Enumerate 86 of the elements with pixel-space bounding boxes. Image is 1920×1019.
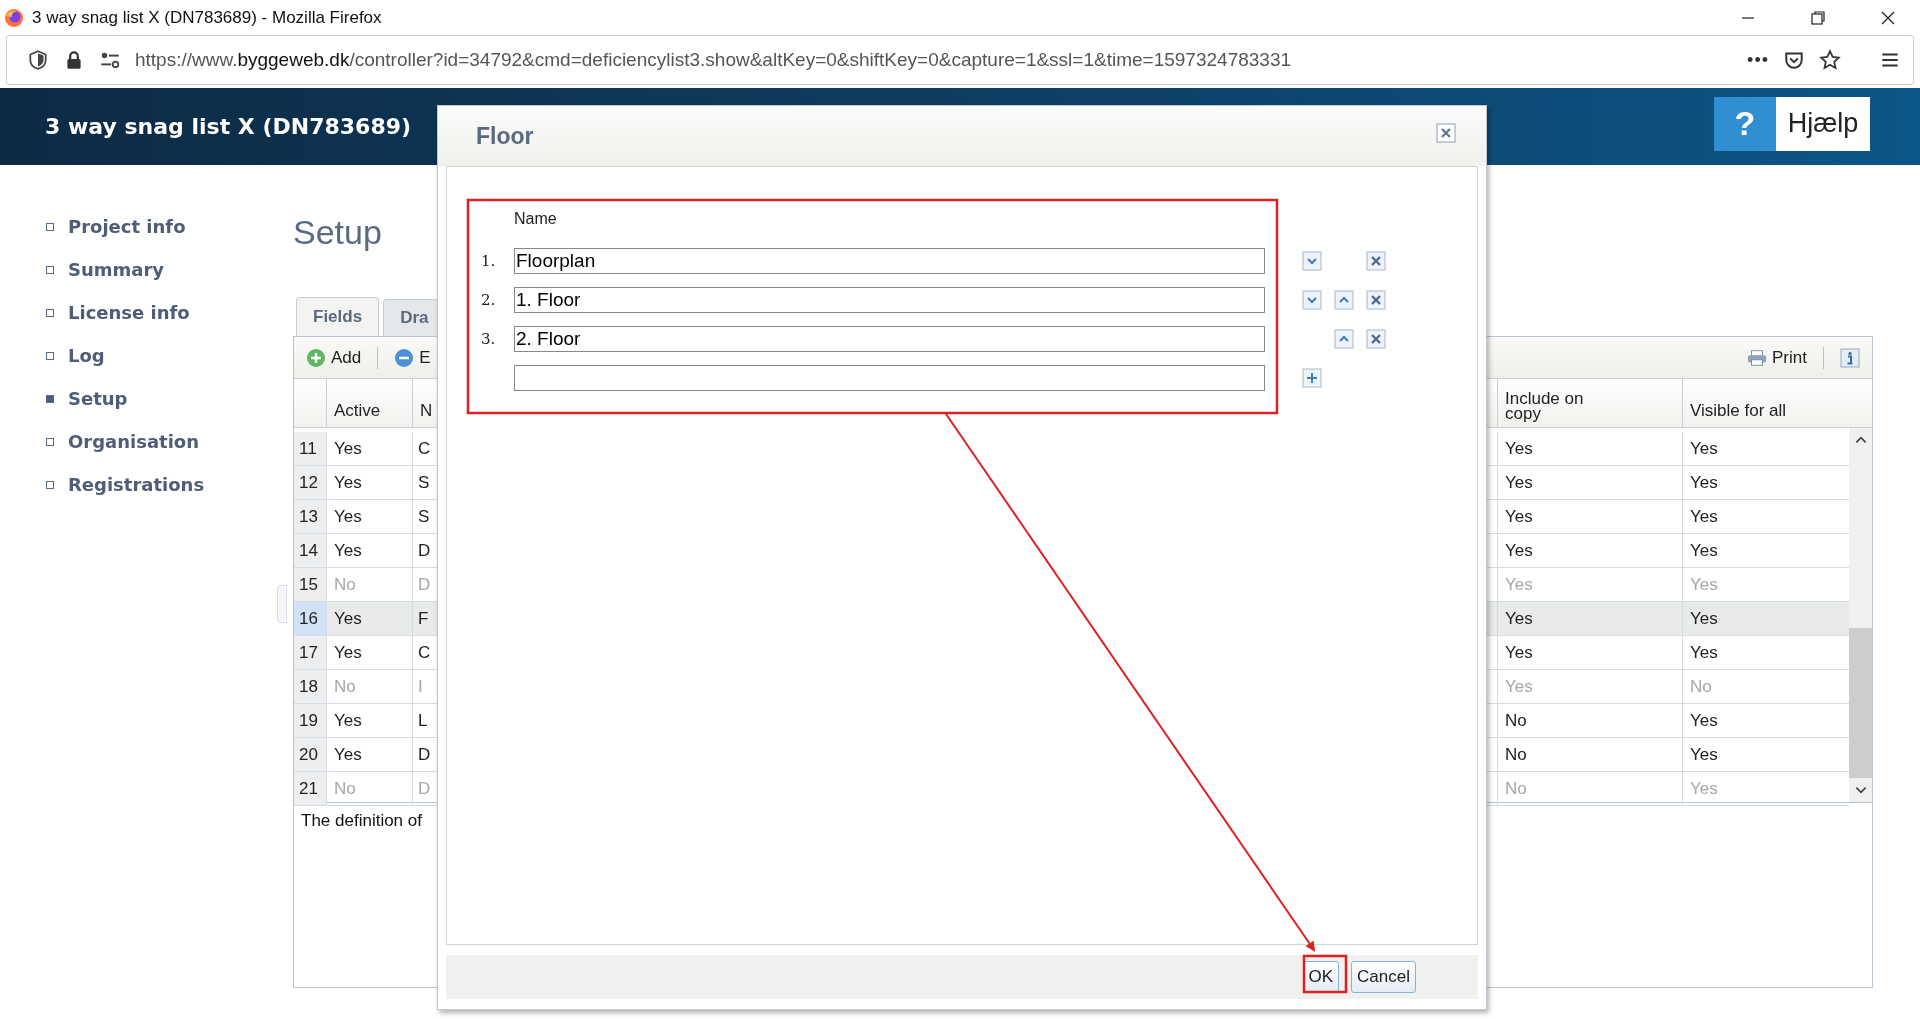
table-cell: Yes (326, 602, 412, 635)
tab[interactable]: Fields (296, 297, 380, 336)
help-button[interactable]: Hjælp (1776, 96, 1870, 151)
minus-icon (394, 347, 415, 368)
address-field[interactable]: https://www.byggeweb.dk/controller?id=34792&cmd=deficiencylist3.show&altKey=0&shiftKey=0&capture=1&ssl=1&time=1597324783331 (135, 49, 1734, 71)
add-button[interactable]: Add (306, 347, 362, 368)
input-field[interactable]: 2. Floor (514, 325, 1265, 352)
table-cell: Yes (326, 704, 412, 737)
column-header[interactable]: Active (326, 379, 412, 427)
star-icon[interactable] (1819, 49, 1841, 71)
description-text: The definition of (301, 811, 422, 830)
move-down-icon[interactable] (1302, 250, 1322, 271)
row-number: 19 (294, 704, 326, 737)
table-cell: Yes (326, 738, 412, 771)
table-cell: Yes (1497, 602, 1682, 635)
edit-button[interactable]: E (394, 347, 431, 368)
page-heading: Setup (293, 212, 382, 253)
table-cell: Yes (1497, 466, 1682, 499)
table-cell: Yes (1497, 568, 1682, 601)
print-button[interactable]: Print (1747, 347, 1807, 368)
row-number: 17 (294, 636, 326, 669)
column-header[interactable]: Visible for all (1682, 379, 1872, 427)
table-cell: No (326, 568, 412, 601)
help-icon[interactable]: ? (1714, 96, 1776, 151)
row-number: 11 (294, 432, 326, 465)
column-header[interactable]: Include on copy (1497, 379, 1682, 427)
close-icon[interactable] (1880, 9, 1896, 26)
move-up-icon[interactable] (1334, 328, 1354, 349)
table-cell: Yes (326, 500, 412, 533)
plus-icon (306, 347, 326, 368)
highlight-box (1302, 954, 1348, 994)
table-cell: No (1497, 772, 1682, 805)
row-number: 13 (294, 500, 326, 533)
move-up-icon[interactable] (1334, 289, 1354, 310)
sidebar-item[interactable]: Organisation (0, 420, 293, 463)
project-title: 3 way snag list X (DN783689) (45, 114, 412, 139)
sidebar-item[interactable]: Log (0, 334, 293, 377)
table-cell: No (1497, 704, 1682, 737)
table-cell: Yes (1497, 500, 1682, 533)
table-cell: No (326, 772, 412, 805)
table-cell: Yes (1497, 432, 1682, 465)
table-cell: Yes (326, 432, 412, 465)
sidebar-item[interactable]: Project info (0, 205, 293, 248)
table-cell: No (1497, 738, 1682, 771)
sidebar-item[interactable]: Setup (0, 377, 293, 420)
table-cell: Yes (326, 534, 412, 567)
input-field[interactable]: 1. Floor (514, 286, 1265, 313)
shield-icon[interactable] (27, 49, 49, 71)
window-title: 3 way snag list X (DN783689) - Mozilla Firefox (32, 7, 382, 28)
row-number: 12 (294, 466, 326, 499)
sidebar-item[interactable]: License info (0, 291, 293, 334)
row-number: 16 (294, 602, 326, 635)
table-cell: Yes (326, 636, 412, 669)
move-down-icon[interactable] (1302, 289, 1322, 310)
pocket-icon[interactable] (1783, 49, 1805, 71)
table-cell: Yes (1497, 636, 1682, 669)
cancel-button[interactable]: Cancel (1351, 961, 1416, 993)
more-button[interactable]: ••• (1747, 49, 1769, 71)
row-number: 18 (294, 670, 326, 703)
sidebar-item[interactable]: Registrations (0, 463, 293, 506)
input-field[interactable] (514, 364, 1265, 391)
entry-number: 1. (481, 251, 497, 270)
table-cell: Yes (326, 466, 412, 499)
printer-icon (1747, 347, 1768, 368)
entry-number: 2. (481, 290, 497, 309)
delete-icon[interactable] (1366, 250, 1386, 271)
row-number: 15 (294, 568, 326, 601)
collapse-handle[interactable] (277, 585, 287, 623)
dialog-title: Floor (476, 122, 534, 150)
delete-icon[interactable] (1366, 289, 1386, 310)
scrollbar[interactable] (1849, 428, 1872, 802)
add-icon[interactable] (1302, 367, 1322, 388)
info-icon[interactable] (1840, 347, 1860, 368)
row-number: 20 (294, 738, 326, 771)
table-cell: No (326, 670, 412, 703)
restore-icon[interactable] (1810, 9, 1826, 26)
input-field[interactable]: Floorplan (514, 247, 1265, 274)
table-cell: Yes (1497, 534, 1682, 567)
table-cell: Yes (1497, 670, 1682, 703)
entry-number: 3. (481, 329, 497, 348)
delete-icon[interactable] (1366, 328, 1386, 349)
sidebar-item[interactable]: Summary (0, 248, 293, 291)
column-label: Name (513, 210, 558, 229)
firefox-icon (4, 7, 24, 28)
row-number: 21 (294, 772, 326, 805)
row-number: 14 (294, 534, 326, 567)
